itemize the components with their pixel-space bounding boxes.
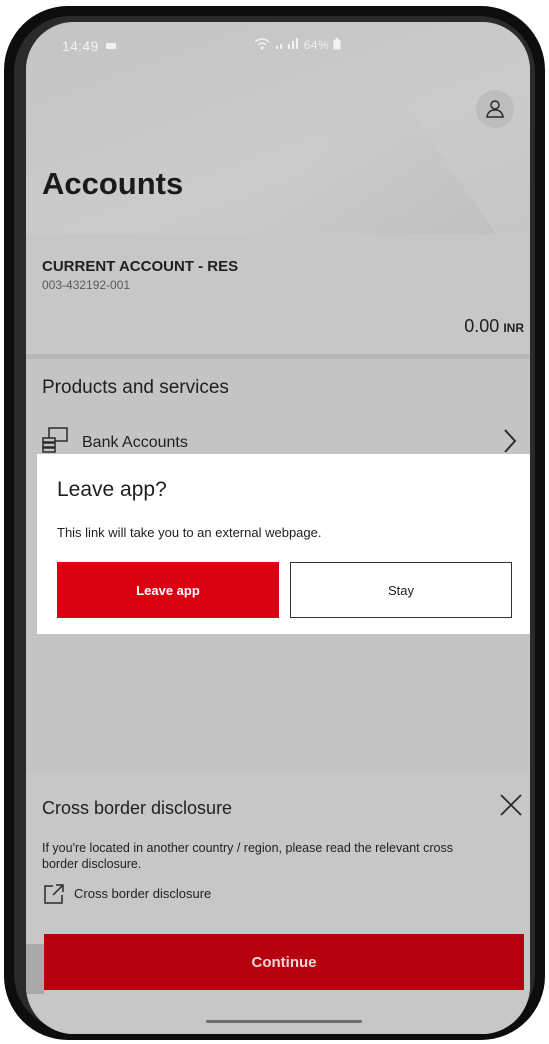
cross-border-sheet: Cross border disclosure If you're locate… bbox=[26, 774, 530, 1034]
phone-frame: 14:49 64% Accounts CURRENT ACCOUNT - RES… bbox=[4, 6, 545, 1040]
account-name: CURRENT ACCOUNT - RES bbox=[42, 258, 239, 275]
dialog-message: This link will take you to an external w… bbox=[57, 525, 322, 540]
profile-button[interactable] bbox=[476, 90, 514, 128]
status-time: 14:49 bbox=[62, 38, 99, 54]
close-icon[interactable] bbox=[498, 792, 524, 823]
products-title: Products and services bbox=[42, 377, 229, 398]
stay-button[interactable]: Stay bbox=[290, 562, 512, 618]
account-number: 003-432192-001 bbox=[42, 278, 131, 292]
accounts-header: 14:49 64% Accounts bbox=[26, 22, 530, 234]
external-link-icon bbox=[42, 882, 66, 911]
page-title: Accounts bbox=[42, 166, 184, 201]
account-card[interactable]: CURRENT ACCOUNT - RES 003-432192-001 0.0… bbox=[26, 234, 530, 354]
camera-notification-icon bbox=[106, 43, 116, 49]
app-screen: 14:49 64% Accounts CURRENT ACCOUNT - RES… bbox=[26, 22, 530, 1034]
status-bar: 14:49 64% bbox=[26, 22, 530, 70]
continue-button[interactable]: Continue bbox=[44, 934, 524, 990]
cross-border-link-label: Cross border disclosure bbox=[74, 886, 212, 901]
side-handle bbox=[26, 944, 44, 994]
sheet-title: Cross border disclosure bbox=[42, 798, 233, 818]
battery-icon bbox=[333, 38, 341, 50]
leave-app-button[interactable]: Leave app bbox=[57, 562, 279, 618]
profile-icon bbox=[486, 100, 504, 118]
products-item-label: Bank Accounts bbox=[82, 434, 188, 451]
account-balance: 0.00 INR bbox=[464, 316, 524, 337]
dialog-title: Leave app? bbox=[57, 478, 167, 501]
signal-icon bbox=[275, 38, 298, 49]
header-decoration bbox=[256, 62, 496, 234]
sheet-message: If you're located in another country / r… bbox=[42, 841, 453, 871]
home-indicator[interactable] bbox=[206, 1020, 362, 1023]
balance-amount: 0.00 bbox=[464, 316, 500, 336]
wifi-icon bbox=[254, 38, 270, 50]
battery-percent: 64% bbox=[303, 38, 330, 52]
balance-currency: INR bbox=[503, 321, 524, 335]
leave-app-dialog: Leave app? This link will take you to an… bbox=[37, 454, 530, 634]
status-icons: 64% bbox=[254, 38, 341, 52]
